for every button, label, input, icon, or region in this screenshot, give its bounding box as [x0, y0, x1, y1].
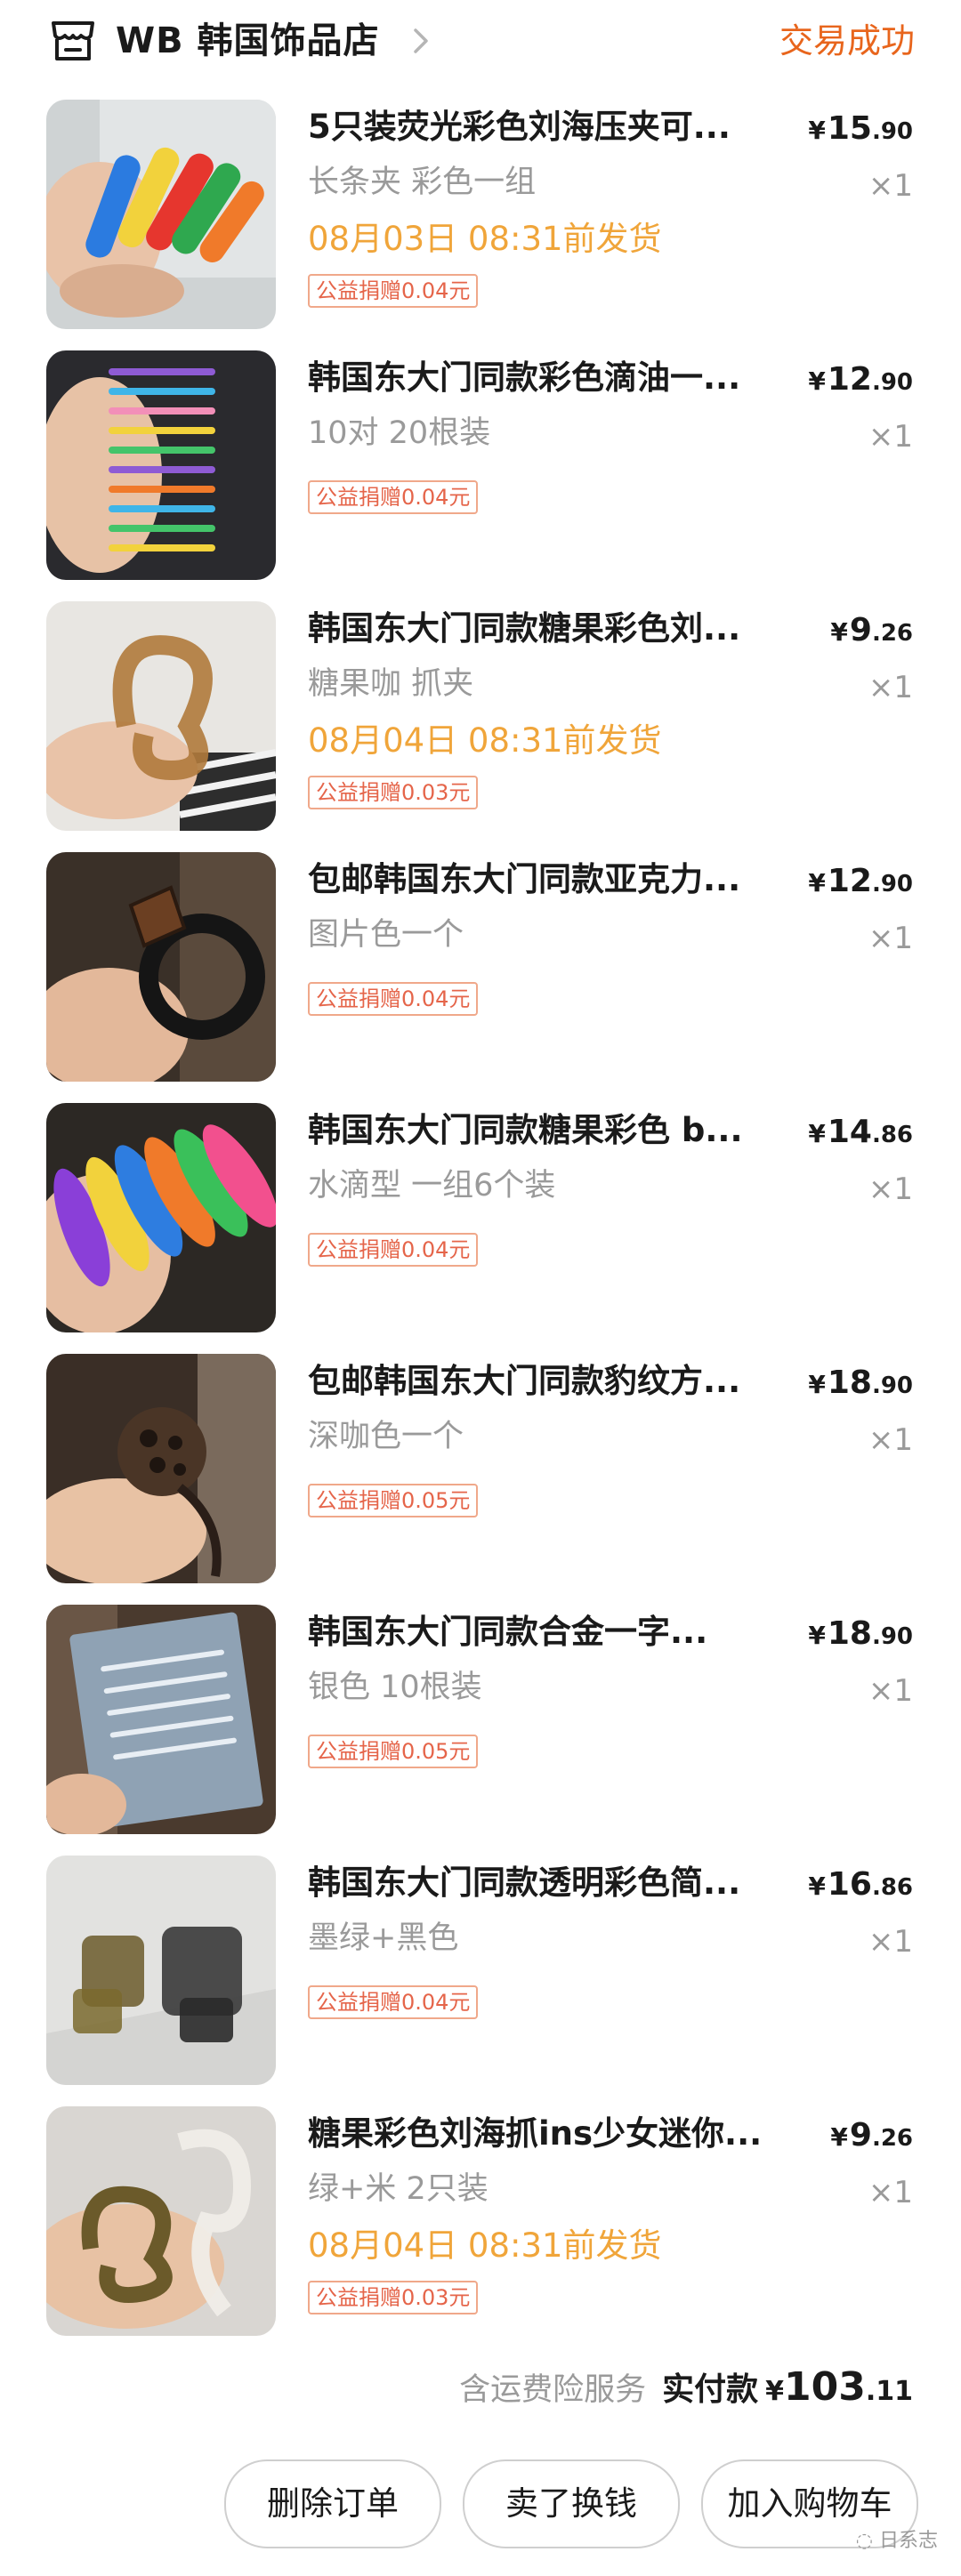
total-amount: 103: [783, 2364, 866, 2410]
product-title[interactable]: 5只装荧光彩色刘海压夹可...: [308, 105, 803, 149]
product-quantity: ×1: [868, 168, 913, 204]
product-price: ¥12.90: [808, 863, 913, 899]
product-price: ¥14.86: [808, 1114, 913, 1150]
product-thumbnail[interactable]: [46, 100, 276, 329]
order-summary: 含运费险服务 实付款 ¥103.11: [459, 2361, 913, 2414]
order-item[interactable]: 韩国东大门同款合金一字... ¥18.90 银色 10根装 ×1 公益捐赠0.0…: [0, 1605, 961, 1856]
product-image: [46, 1605, 276, 1834]
product-price: ¥9.26: [830, 612, 913, 648]
wechat-icon: ◌: [855, 2530, 873, 2552]
donation-badge: 公益捐赠0.04元: [308, 982, 479, 1016]
product-image: [46, 2106, 276, 2336]
product-quantity: ×1: [868, 921, 913, 956]
shipping-deadline: 08月03日 08:31前发货: [308, 220, 662, 258]
watermark-text: 日系志: [878, 2530, 938, 2552]
product-thumbnail[interactable]: [46, 1605, 276, 1834]
donation-badge: 公益捐赠0.05元: [308, 1735, 479, 1768]
product-price: ¥18.90: [808, 1364, 913, 1401]
product-price: ¥12.90: [808, 361, 913, 398]
product-title[interactable]: 韩国东大门同款糖果彩色 b...: [308, 1108, 803, 1153]
product-sku: 10对 20根装: [308, 415, 491, 451]
product-quantity: ×1: [868, 2175, 913, 2210]
product-thumbnail[interactable]: [46, 601, 276, 831]
product-price: ¥15.90: [808, 110, 913, 147]
donation-badge: 公益捐赠0.03元: [308, 776, 479, 809]
product-thumbnail[interactable]: [46, 1856, 276, 2085]
order-item[interactable]: 韩国东大门同款糖果彩色 b... ¥14.86 水滴型 一组6个装 ×1 公益捐…: [0, 1103, 961, 1354]
product-image: [46, 1354, 276, 1583]
product-quantity: ×1: [868, 1924, 913, 1960]
product-price: ¥18.90: [808, 1615, 913, 1652]
donation-badge: 公益捐赠0.04元: [308, 480, 479, 514]
product-quantity: ×1: [868, 670, 913, 705]
shipping-insurance-note: 含运费险服务: [459, 2372, 647, 2408]
product-image: [46, 1103, 276, 1332]
product-price: ¥9.26: [830, 2117, 913, 2153]
total-label: 实付款: [662, 2371, 759, 2408]
resell-button[interactable]: 卖了换钱: [463, 2459, 680, 2548]
product-quantity: ×1: [868, 1422, 913, 1458]
store-icon: [52, 21, 94, 60]
order-item[interactable]: 韩国东大门同款彩色滴油一... ¥12.90 10对 20根装 ×1 公益捐赠0…: [0, 350, 961, 601]
product-title[interactable]: 糖果彩色刘海抓ins少女迷你...: [308, 2112, 803, 2156]
product-thumbnail[interactable]: [46, 2106, 276, 2336]
product-image: [46, 350, 276, 580]
product-thumbnail[interactable]: [46, 1103, 276, 1332]
order-item[interactable]: 糖果彩色刘海抓ins少女迷你... ¥9.26 绿+米 2只装 ×1 08月04…: [0, 2106, 961, 2357]
product-price: ¥16.86: [808, 1866, 913, 1903]
donation-badge: 公益捐赠0.04元: [308, 1233, 479, 1267]
product-title[interactable]: 韩国东大门同款合金一字...: [308, 1610, 803, 1654]
order-status: 交易成功: [779, 21, 915, 60]
product-sku: 墨绿+黑色: [308, 1920, 459, 1956]
product-title[interactable]: 韩国东大门同款透明彩色简...: [308, 1861, 803, 1905]
shop-header[interactable]: WB 韩国饰品店 交易成功: [0, 0, 961, 82]
order-page: WB 韩国饰品店 交易成功 5只装荧光彩色刘海压夹可... ¥15.90 长条夹…: [0, 0, 961, 2576]
product-sku: 银色 10根装: [308, 1670, 482, 1705]
donation-badge: 公益捐赠0.03元: [308, 2281, 479, 2314]
total-decimal: .11: [865, 2376, 913, 2407]
product-sku: 糖果咖 抓夹: [308, 666, 474, 702]
watermark: ◌ 日系志: [856, 2528, 938, 2555]
product-quantity: ×1: [868, 1673, 913, 1709]
product-sku: 水滴型 一组6个装: [308, 1168, 556, 1203]
product-image: [46, 852, 276, 1082]
product-title[interactable]: 韩国东大门同款糖果彩色刘...: [308, 607, 803, 651]
product-sku: 绿+米 2只装: [308, 2171, 489, 2207]
product-image: [46, 601, 276, 831]
order-item[interactable]: 包邮韩国东大门同款豹纹方... ¥18.90 深咖色一个 ×1 公益捐赠0.05…: [0, 1354, 961, 1605]
product-title[interactable]: 韩国东大门同款彩色滴油一...: [308, 356, 803, 400]
total-currency: ¥: [765, 2376, 784, 2407]
product-thumbnail[interactable]: [46, 350, 276, 580]
product-image: [46, 100, 276, 329]
delete-order-button[interactable]: 删除订单: [224, 2459, 441, 2548]
product-sku: 深咖色一个: [308, 1419, 464, 1454]
product-title[interactable]: 包邮韩国东大门同款亚克力...: [308, 857, 803, 902]
product-sku: 长条夹 彩色一组: [308, 165, 537, 200]
order-item[interactable]: 韩国东大门同款透明彩色简... ¥16.86 墨绿+黑色 ×1 公益捐赠0.04…: [0, 1856, 961, 2106]
order-item[interactable]: 5只装荧光彩色刘海压夹可... ¥15.90 长条夹 彩色一组 ×1 08月03…: [0, 100, 961, 350]
product-image: [46, 1856, 276, 2085]
chevron-right-icon[interactable]: [408, 23, 434, 59]
product-quantity: ×1: [868, 419, 913, 455]
product-sku: 图片色一个: [308, 917, 464, 953]
shop-name[interactable]: WB 韩国饰品店: [116, 14, 380, 68]
product-title[interactable]: 包邮韩国东大门同款豹纹方...: [308, 1359, 803, 1404]
product-quantity: ×1: [868, 1171, 913, 1207]
donation-badge: 公益捐赠0.04元: [308, 274, 479, 308]
donation-badge: 公益捐赠0.04元: [308, 1985, 479, 2019]
order-item[interactable]: 韩国东大门同款糖果彩色刘... ¥9.26 糖果咖 抓夹 ×1 08月04日 0…: [0, 601, 961, 852]
shipping-deadline: 08月04日 08:31前发货: [308, 2226, 662, 2265]
donation-badge: 公益捐赠0.05元: [308, 1484, 479, 1517]
product-thumbnail[interactable]: [46, 852, 276, 1082]
shipping-deadline: 08月04日 08:31前发货: [308, 721, 662, 760]
product-thumbnail[interactable]: [46, 1354, 276, 1583]
order-item[interactable]: 包邮韩国东大门同款亚克力... ¥12.90 图片色一个 ×1 公益捐赠0.04…: [0, 852, 961, 1103]
